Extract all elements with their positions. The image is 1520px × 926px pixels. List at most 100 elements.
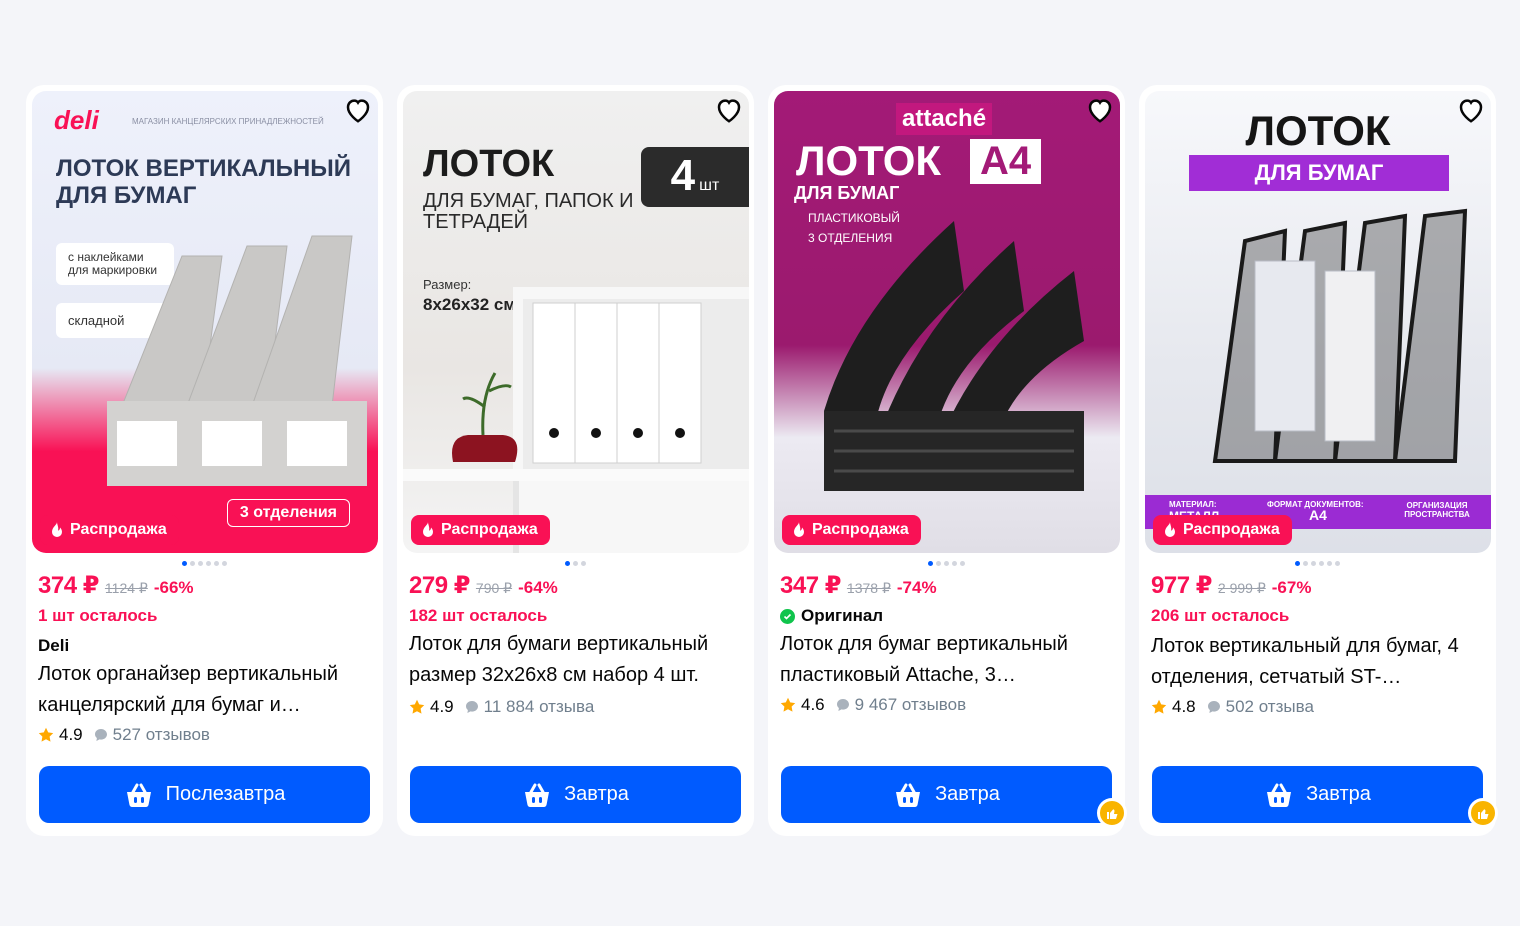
current-price: 977 ₽	[1151, 572, 1212, 599]
old-price: 2 999 ₽	[1217, 580, 1266, 596]
carousel-dot[interactable]	[182, 561, 187, 566]
photo-carousel-dots[interactable]	[1139, 561, 1496, 566]
current-price: 279 ₽	[409, 572, 470, 599]
product-card[interactable]: ЛОТОК ДЛЯ БУМАГ, ПАПОК И ТЕТРАДЕЙ 4 шт Р…	[397, 85, 754, 836]
product-illustration	[107, 235, 367, 486]
product-title[interactable]: Лоток для бумаги вертикальный размер 32х…	[409, 629, 744, 691]
photo-headline: ЛОТОК	[1245, 107, 1391, 154]
reviews-count: 9 467 отзывов	[854, 695, 967, 714]
delivery-label: Завтра	[564, 783, 629, 805]
carousel-dot[interactable]	[1311, 561, 1316, 566]
stock-left: 1 шт осталось	[38, 606, 158, 625]
add-to-cart-button[interactable]: Послезавтра	[39, 766, 370, 823]
favorite-heart-icon[interactable]	[343, 95, 373, 125]
carousel-dot[interactable]	[190, 561, 195, 566]
chat-bubble-icon	[1207, 700, 1221, 714]
star-icon	[38, 727, 54, 743]
star-icon	[780, 697, 796, 713]
carousel-dot[interactable]	[1319, 561, 1324, 566]
reviews[interactable]: 11 884 отзыва	[465, 697, 594, 717]
carousel-dot[interactable]	[1327, 561, 1332, 566]
star-icon	[409, 699, 425, 715]
price-row: 374 ₽ 1124 ₽ -66%	[38, 571, 194, 600]
photo-count-unit: шт	[699, 177, 720, 194]
photo-logo: attaché	[896, 103, 993, 135]
carousel-dot[interactable]	[960, 561, 965, 566]
carousel-dot[interactable]	[222, 561, 227, 566]
carousel-dot[interactable]	[581, 561, 586, 566]
reviews[interactable]: 502 отзыва	[1207, 697, 1314, 717]
rating: 4.9 11 884 отзыва	[409, 697, 594, 717]
price-row: 347 ₽ 1378 ₽ -74%	[780, 571, 937, 600]
product-title[interactable]: Лоток органайзер вертикальный канцелярск…	[38, 659, 373, 721]
carousel-dot[interactable]	[952, 561, 957, 566]
photo-format: А4	[970, 139, 1042, 184]
reviews[interactable]: 9 467 отзывов	[836, 695, 966, 715]
product-photo[interactable]: deli МАГАЗИН КАНЦЕЛЯРСКИХ ПРИНАДЛЕЖНОСТЕ…	[32, 91, 378, 553]
carousel-dot[interactable]	[206, 561, 211, 566]
carousel-dot[interactable]	[573, 561, 578, 566]
discount: -64%	[518, 578, 558, 597]
current-price: 374 ₽	[38, 572, 99, 599]
star-icon	[1151, 699, 1167, 715]
photo-headline: ЛОТОК ВЕРТИКАЛЬНЫЙ ДЛЯ БУМАГ	[56, 155, 351, 209]
photo-feature-label: ОРГАНИЗАЦИЯ ПРОСТРАНСТВА	[1404, 501, 1470, 519]
product-card[interactable]: ЛОТОК ДЛЯ БУМАГ МАТЕРИАЛ: МЕТАЛЛ ФОРМАТ …	[1139, 85, 1498, 836]
delivery-label: Завтра	[1306, 783, 1371, 805]
original-label: Оригинал	[801, 606, 884, 625]
add-to-cart-button[interactable]: Завтра	[781, 766, 1112, 823]
photo-headline: ЛОТОК	[796, 137, 942, 184]
product-title[interactable]: Лоток вертикальный для бумаг, 4 отделени…	[1151, 631, 1486, 693]
carousel-dot[interactable]	[198, 561, 203, 566]
carousel-dot[interactable]	[944, 561, 949, 566]
sale-badge-label: Распродажа	[441, 521, 538, 538]
add-to-cart-button[interactable]: Завтра	[410, 766, 741, 823]
rating-score: 4.8	[1172, 697, 1196, 716]
product-title[interactable]: Лоток для бумаг вертикальный пластиковый…	[780, 629, 1115, 691]
photo-logo: deli	[54, 105, 99, 135]
favorite-heart-icon[interactable]	[1456, 95, 1486, 125]
carousel-dot[interactable]	[214, 561, 219, 566]
photo-sections-label: 3 отделения	[226, 499, 350, 527]
carousel-dot[interactable]	[928, 561, 933, 566]
reviews-count: 527 отзывов	[112, 725, 210, 744]
brand-name[interactable]: Deli	[38, 636, 69, 656]
carousel-dot[interactable]	[1335, 561, 1340, 566]
discount: -67%	[1271, 578, 1312, 597]
fire-icon	[50, 522, 64, 538]
discount: -74%	[896, 578, 937, 597]
photo-feature-value: А4	[1309, 507, 1327, 523]
photo-carousel-dots[interactable]	[26, 561, 383, 566]
rating-score: 4.9	[430, 697, 454, 716]
old-price: 790 ₽	[475, 580, 513, 596]
favorite-heart-icon[interactable]	[714, 95, 744, 125]
carousel-dot[interactable]	[1303, 561, 1308, 566]
basket-icon	[893, 782, 923, 808]
photo-carousel-dots[interactable]	[768, 561, 1125, 566]
carousel-dot[interactable]	[565, 561, 570, 566]
photo-carousel-dots[interactable]	[397, 561, 754, 566]
product-illustration	[403, 287, 749, 553]
discount: -66%	[153, 578, 194, 597]
favorite-heart-icon[interactable]	[1085, 95, 1115, 125]
basket-icon	[1264, 782, 1294, 808]
rating: 4.9 527 отзывов	[38, 725, 210, 745]
product-illustration	[1212, 208, 1468, 463]
product-photo[interactable]: ЛОТОК ДЛЯ БУМАГ МАТЕРИАЛ: МЕТАЛЛ ФОРМАТ …	[1145, 91, 1491, 553]
fire-icon	[792, 522, 806, 538]
rating-score: 4.6	[801, 695, 825, 714]
chat-bubble-icon	[465, 700, 479, 714]
reviews[interactable]: 527 отзывов	[94, 725, 210, 745]
carousel-dot[interactable]	[936, 561, 941, 566]
reviews-count: 502 отзыва	[1225, 697, 1314, 716]
fire-icon	[1163, 522, 1177, 538]
product-card[interactable]: deli МАГАЗИН КАНЦЕЛЯРСКИХ ПРИНАДЛЕЖНОСТЕ…	[26, 85, 383, 836]
product-card[interactable]: attaché ЛОТОК А4 ДЛЯ БУМАГ ПЛАСТИКОВЫЙ 3…	[768, 85, 1127, 836]
product-photo[interactable]: attaché ЛОТОК А4 ДЛЯ БУМАГ ПЛАСТИКОВЫЙ 3…	[774, 91, 1120, 553]
basket-icon	[124, 782, 154, 808]
add-to-cart-button[interactable]: Завтра	[1152, 766, 1483, 823]
carousel-dot[interactable]	[1295, 561, 1300, 566]
original-badge: Оригинал	[780, 606, 883, 626]
product-photo[interactable]: ЛОТОК ДЛЯ БУМАГ, ПАПОК И ТЕТРАДЕЙ 4 шт Р…	[403, 91, 749, 553]
price-row: 977 ₽ 2 999 ₽ -67%	[1151, 571, 1311, 600]
